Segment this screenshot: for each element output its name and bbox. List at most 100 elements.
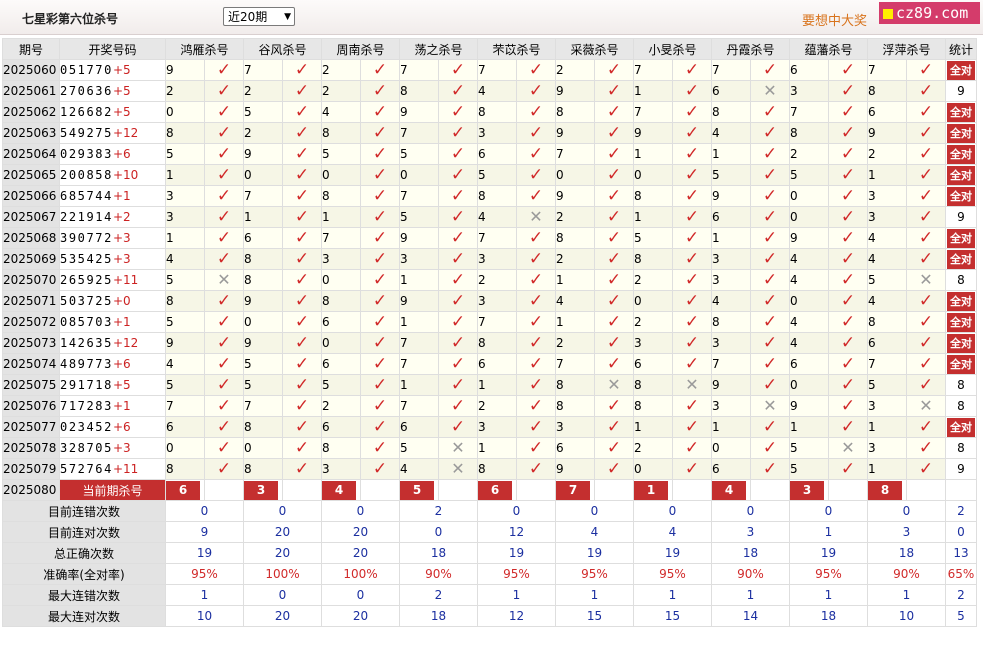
check-icon: ✓ <box>216 227 232 248</box>
kill-number-cell: 0 <box>555 164 595 186</box>
correct-mark-cell: ✓ <box>906 164 946 186</box>
kill-number-cell: 9 <box>555 122 595 144</box>
check-icon: ✓ <box>606 395 622 416</box>
kill-number-cell: 4 <box>867 290 907 312</box>
summary-value: 90% <box>711 563 790 585</box>
check-icon: ✓ <box>840 122 856 143</box>
correct-mark-cell: ✓ <box>204 101 244 123</box>
kill-number-cell: 9 <box>555 80 595 102</box>
correct-mark-cell: ✓ <box>906 206 946 228</box>
period-range-select[interactable]: 近20期 ▼ <box>223 7 295 26</box>
kill-number-cell: 5 <box>165 143 205 165</box>
site-logo[interactable]: cz89.com <box>879 2 980 24</box>
kill-number-cell: 2 <box>867 143 907 165</box>
col-header-expert[interactable]: 谷风杀号 <box>243 38 322 60</box>
draw-digits: 265925 <box>60 273 113 287</box>
kill-number-cell: 8 <box>243 416 283 438</box>
correct-mark-cell: ✓ <box>750 206 790 228</box>
kill-number-cell: 9 <box>555 185 595 207</box>
row-stat-cell: 9 <box>945 458 977 480</box>
draw-plus-number: +12 <box>112 126 139 140</box>
check-icon: ✓ <box>294 101 310 122</box>
check-icon: ✓ <box>528 143 544 164</box>
check-icon: ✓ <box>684 59 700 80</box>
check-icon: ✓ <box>294 458 310 479</box>
check-icon: ✓ <box>684 227 700 248</box>
kill-number-cell: 8 <box>633 395 673 417</box>
correct-mark-cell: ✓ <box>438 332 478 354</box>
correct-mark-cell: ✓ <box>360 395 400 417</box>
draw-numbers-cell: 685744+1 <box>59 185 166 207</box>
correct-mark-cell: ✓ <box>594 59 634 81</box>
current-kill-cell: 7 <box>555 479 595 501</box>
col-header-expert[interactable]: 蕴藩杀号 <box>789 38 868 60</box>
summary-value: 15 <box>555 605 634 627</box>
kill-number-cell: 9 <box>789 395 829 417</box>
check-icon: ✓ <box>528 185 544 206</box>
check-icon: ✓ <box>216 437 232 458</box>
correct-mark-cell: ✓ <box>672 101 712 123</box>
kill-number-cell: 2 <box>555 332 595 354</box>
check-icon: ✓ <box>840 395 856 416</box>
summary-value: 19 <box>555 542 634 564</box>
current-kill-badge: 6 <box>478 480 512 500</box>
correct-mark-cell: ✓ <box>750 101 790 123</box>
col-header-expert[interactable]: 小旻杀号 <box>633 38 712 60</box>
row-stat-cell: 9 <box>945 206 977 228</box>
check-icon: ✓ <box>762 311 778 332</box>
summary-value: 20 <box>321 542 400 564</box>
draw-numbers-cell: 549275+12 <box>59 122 166 144</box>
all-correct-badge: 全对 <box>947 186 975 206</box>
check-icon: ✓ <box>528 458 544 479</box>
col-header-expert[interactable]: 采薇杀号 <box>555 38 634 60</box>
check-icon: ✓ <box>840 59 856 80</box>
current-kill-cell: 4 <box>321 479 361 501</box>
kill-number-cell: 7 <box>399 59 439 81</box>
cross-icon: ✕ <box>451 459 465 478</box>
summary-row: 最大连对次数 10 20 20 18 12 15 15 14 18 10 5 <box>2 605 977 627</box>
table-row: 2025066 685744+1 3 ✓ 7 ✓ 8 ✓ 7 ✓ 8 ✓ 9 ✓ 8 ✓ 9 ✓ 0 ✓ 3 ✓ 全对 <box>2 185 977 207</box>
check-icon: ✓ <box>918 122 934 143</box>
check-icon: ✓ <box>294 164 310 185</box>
draw-plus-number: +3 <box>112 231 131 245</box>
correct-mark-cell: ✓ <box>438 101 478 123</box>
col-header-expert[interactable]: 荡之杀号 <box>399 38 478 60</box>
check-icon: ✓ <box>606 206 622 227</box>
summary-value: 19 <box>477 542 556 564</box>
correct-mark-cell: ✓ <box>594 164 634 186</box>
check-icon: ✓ <box>216 80 232 101</box>
period-cell: 2025066 <box>2 185 60 207</box>
promo-link[interactable]: 要想中大奖 <box>802 10 867 29</box>
correct-mark-cell: ✓ <box>282 290 322 312</box>
summary-label: 总正确次数 <box>2 542 166 564</box>
check-icon: ✓ <box>762 185 778 206</box>
kill-number-cell: 7 <box>867 353 907 375</box>
table-row: 2025068 390772+3 1 ✓ 6 ✓ 7 ✓ 9 ✓ 7 ✓ 8 ✓ 5 ✓ 1 ✓ 9 ✓ 4 ✓ 全对 <box>2 227 977 249</box>
kill-number-cell: 3 <box>477 416 517 438</box>
check-icon: ✓ <box>762 332 778 353</box>
correct-mark-cell: ✓ <box>282 227 322 249</box>
correct-mark-cell: ✓ <box>672 164 712 186</box>
check-icon: ✓ <box>372 332 388 353</box>
kill-number-cell: 5 <box>711 164 751 186</box>
col-header-expert[interactable]: 鸿雁杀号 <box>165 38 244 60</box>
draw-numbers-cell: 717283+1 <box>59 395 166 417</box>
correct-mark-cell: ✓ <box>282 437 322 459</box>
col-header-expert[interactable]: 浮萍杀号 <box>867 38 946 60</box>
check-icon: ✓ <box>372 185 388 206</box>
col-header-expert[interactable]: 芣苡杀号 <box>477 38 556 60</box>
table-row: 2025061 270636+5 2 ✓ 2 ✓ 2 ✓ 8 ✓ 4 ✓ 9 ✓ 1 ✓ 6 ✕ 3 ✓ 8 ✓ 9 <box>2 80 977 102</box>
check-icon: ✓ <box>450 80 466 101</box>
correct-mark-cell: ✓ <box>672 248 712 270</box>
period-cell: 2025063 <box>2 122 60 144</box>
kill-number-cell: 3 <box>711 269 751 291</box>
summary-value: 18 <box>789 605 868 627</box>
check-icon: ✓ <box>684 311 700 332</box>
correct-mark-cell: ✓ <box>828 458 868 480</box>
kill-number-cell: 9 <box>867 122 907 144</box>
period-cell: 2025079 <box>2 458 60 480</box>
col-header-expert[interactable]: 周南杀号 <box>321 38 400 60</box>
kill-number-cell: 2 <box>321 59 361 81</box>
summary-stat: 2 <box>945 584 977 606</box>
col-header-expert[interactable]: 丹霞杀号 <box>711 38 790 60</box>
